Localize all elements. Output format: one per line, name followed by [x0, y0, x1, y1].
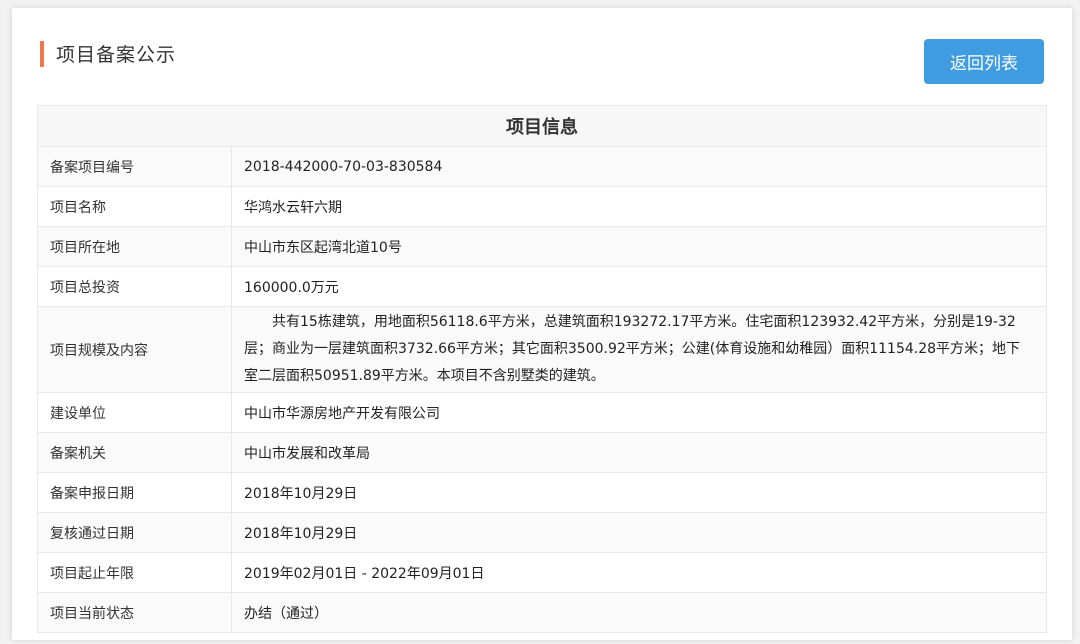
table-row: 项目当前状态 办结（通过） — [37, 592, 1047, 633]
table-row: 项目所在地 中山市东区起湾北道10号 — [37, 226, 1047, 267]
row-label: 项目起止年限 — [37, 552, 232, 593]
row-value: 华鸿水云轩六期 — [231, 186, 1047, 227]
back-to-list-button[interactable]: 返回列表 — [924, 39, 1044, 84]
row-label: 复核通过日期 — [37, 512, 232, 553]
row-value: 办结（通过） — [231, 592, 1047, 633]
row-value: 2018年10月29日 — [231, 472, 1047, 513]
row-label: 备案项目编号 — [37, 146, 232, 187]
table-row: 项目起止年限 2019年02月01日 - 2022年09月01日 — [37, 552, 1047, 593]
row-label: 备案申报日期 — [37, 472, 232, 513]
row-label: 项目名称 — [37, 186, 232, 227]
table-row: 项目名称 华鸿水云轩六期 — [37, 186, 1047, 227]
title-wrap: 项目备案公示 — [40, 40, 176, 67]
title-accent-bar — [40, 40, 44, 67]
row-value: 中山市发展和改革局 — [231, 432, 1047, 473]
project-card: 项目备案公示 返回列表 项目信息 备案项目编号 2018-442000-70-0… — [12, 8, 1072, 640]
row-label: 项目当前状态 — [37, 592, 232, 633]
row-value: 160000.0万元 — [231, 266, 1047, 307]
project-info-table: 项目信息 备案项目编号 2018-442000-70-03-830584 项目名… — [37, 105, 1047, 633]
table-row: 备案机关 中山市发展和改革局 — [37, 432, 1047, 473]
table-row: 复核通过日期 2018年10月29日 — [37, 512, 1047, 553]
page-title: 项目备案公示 — [56, 44, 177, 66]
row-value: 2019年02月01日 - 2022年09月01日 — [231, 552, 1047, 593]
row-value: 中山市华源房地产开发有限公司 — [231, 392, 1047, 433]
table-row: 项目规模及内容 共有15栋建筑，用地面积56118.6平方米，总建筑面积1932… — [37, 306, 1047, 393]
row-value: 中山市东区起湾北道10号 — [231, 226, 1047, 267]
row-label: 项目规模及内容 — [37, 306, 232, 393]
table-row: 备案项目编号 2018-442000-70-03-830584 — [37, 146, 1047, 187]
row-label: 项目所在地 — [37, 226, 232, 267]
row-label: 项目总投资 — [37, 266, 232, 307]
row-value-description: 共有15栋建筑，用地面积56118.6平方米，总建筑面积193272.17平方米… — [231, 306, 1047, 393]
table-row: 建设单位 中山市华源房地产开发有限公司 — [37, 392, 1047, 433]
table-heading: 项目信息 — [37, 105, 1047, 147]
table-row: 项目总投资 160000.0万元 — [37, 266, 1047, 307]
table-row: 备案申报日期 2018年10月29日 — [37, 472, 1047, 513]
card-header: 项目备案公示 返回列表 — [12, 8, 1072, 104]
row-value: 2018年10月29日 — [231, 512, 1047, 553]
row-label: 备案机关 — [37, 432, 232, 473]
row-label: 建设单位 — [37, 392, 232, 433]
row-value: 2018-442000-70-03-830584 — [231, 146, 1047, 187]
